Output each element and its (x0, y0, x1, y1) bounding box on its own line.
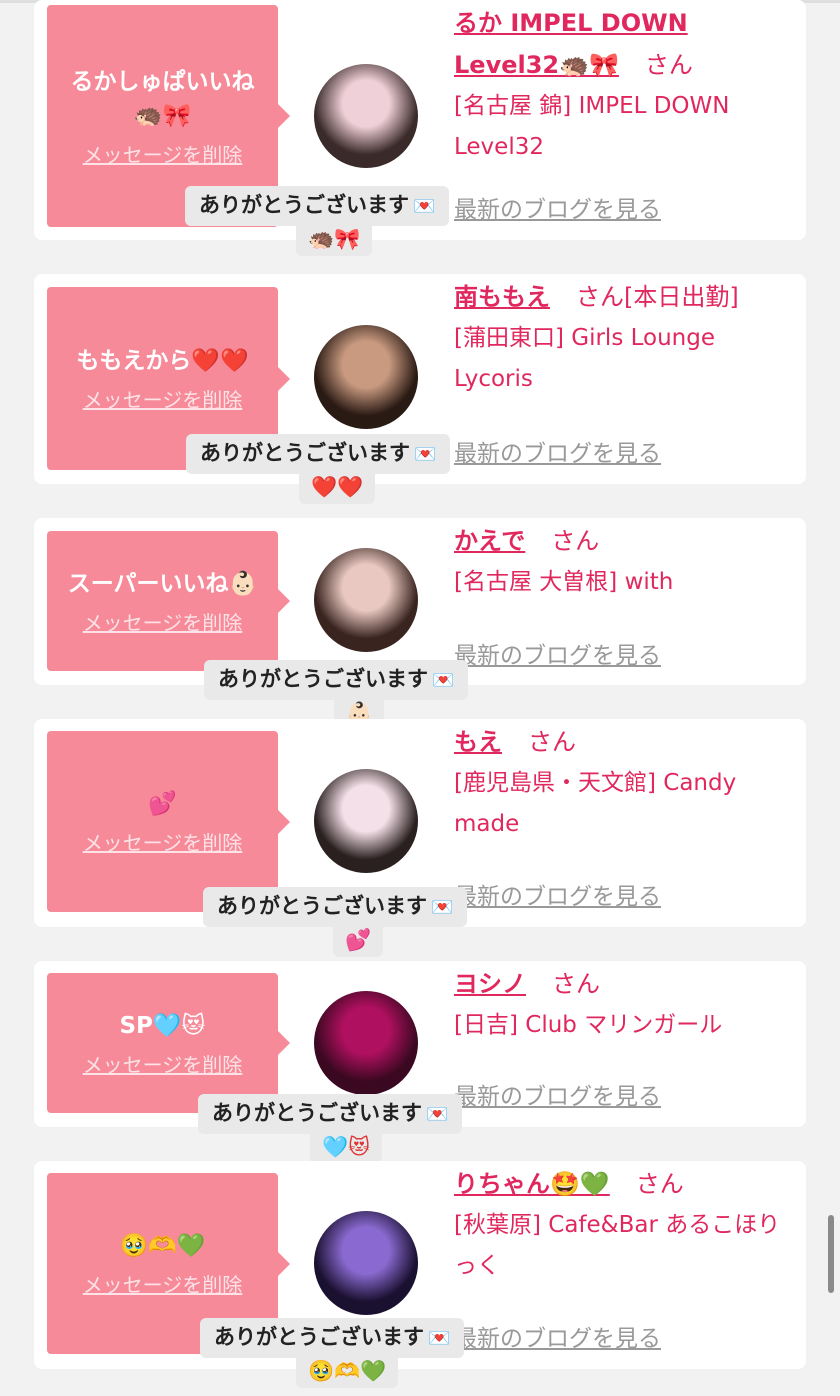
cast-avatar[interactable] (314, 548, 418, 652)
received-message-bubble: スーパーいいね👶🏻 メッセージを削除 (47, 531, 290, 671)
message-text: 💕 (148, 791, 177, 817)
envelope-heart-icon: 💌 (413, 196, 436, 217)
cast-name-line: もえ さん (454, 721, 790, 763)
shop-info: [名古屋 大曽根] with (454, 569, 674, 595)
honorific: さん (552, 970, 600, 998)
honorific: さん (635, 1170, 684, 1198)
reply-emoji: 💕 (333, 923, 384, 957)
message-text: 🥹🫶💚 (119, 1233, 206, 1259)
cast-name-link[interactable]: かえで (454, 527, 525, 555)
reply-emoji: 🦔🎀 (296, 222, 373, 256)
reply-badge: ありがとうございます 💌 (204, 660, 469, 700)
envelope-heart-icon: 💌 (428, 1328, 451, 1349)
cast-avatar[interactable] (314, 991, 418, 1095)
cast-info: るか IMPEL DOWN Level32🦔🎀 さん [名古屋 錦] IMPEL D… (454, 2, 790, 168)
latest-blog-link[interactable]: 最新のブログを見る (454, 1319, 661, 1353)
reply-badge: ありがとうございます 💌 (203, 887, 468, 927)
delete-message-link[interactable]: メッセージを削除 (83, 139, 243, 168)
shop-info: [名古屋 錦] IMPEL DOWN Level32 (454, 93, 730, 160)
cast-name-link[interactable]: 南ももえ (454, 283, 550, 311)
cast-name-link[interactable]: ヨシノ (454, 970, 526, 998)
message-list: るかしゅぱいいね 🦔🎀 メッセージを削除 るか IMPEL DOWN Level32… (0, 0, 840, 1396)
cast-name-line: りちゃん🤩💚 さん (454, 1163, 790, 1205)
honorific: さん (576, 283, 624, 311)
message-text: るかしゅぱいいね 🦔🎀 (70, 68, 255, 129)
message-text: スーパーいいね👶🏻 (67, 570, 258, 597)
latest-blog-link[interactable]: 最新のブログを見る (454, 190, 661, 224)
latest-blog-link[interactable]: 最新のブログを見る (454, 636, 661, 670)
reply-badge: ありがとうございます 💌 (200, 1318, 465, 1358)
work-status: [本日出勤] (624, 283, 739, 311)
delete-message-link[interactable]: メッセージを削除 (83, 1269, 243, 1298)
delete-message-link[interactable]: メッセージを削除 (83, 1049, 243, 1078)
shop-info: [蒲田東口] Girls Lounge Lycoris (454, 325, 715, 392)
reply-text: ありがとうございます (218, 667, 428, 691)
reply-text: ありがとうございます (217, 894, 427, 918)
latest-blog-link[interactable]: 最新のブログを見る (454, 877, 661, 911)
latest-blog-link[interactable]: 最新のブログを見る (454, 434, 661, 468)
cast-name-line: 南ももえ さん[本日出勤] (454, 276, 790, 318)
cast-name-link[interactable]: りちゃん🤩💚 (454, 1170, 610, 1198)
shop-info: [秋葉原] Cafe&Bar あるこほりっく (454, 1212, 781, 1279)
honorific: さん (551, 527, 600, 555)
cast-avatar[interactable] (314, 64, 418, 168)
latest-blog-link[interactable]: 最新のブログを見る (454, 1077, 661, 1111)
envelope-heart-icon: 💌 (431, 897, 454, 918)
envelope-heart-icon: 💌 (432, 670, 455, 691)
cast-info: かえで さん [名古屋 大曽根] with (454, 520, 790, 603)
reply-text: ありがとうございます (212, 1101, 422, 1125)
honorific: さん (644, 51, 693, 79)
honorific: さん (528, 728, 576, 756)
reply-emoji: 🥹🫶💚 (296, 1354, 399, 1388)
cast-name-link[interactable]: もえ (454, 728, 502, 756)
scrollbar[interactable] (828, 1215, 834, 1293)
cast-info: りちゃん🤩💚 さん [秋葉原] Cafe&Bar あるこほりっく (454, 1163, 790, 1287)
cast-avatar[interactable] (314, 1211, 418, 1315)
cast-avatar[interactable] (314, 325, 418, 429)
cast-info: 南ももえ さん[本日出勤] [蒲田東口] Girls Lounge Lycoris (454, 276, 790, 400)
reply-badge: ありがとうございます 💌 (185, 186, 450, 226)
delete-message-link[interactable]: メッセージを削除 (83, 827, 243, 856)
message-text: ももえから❤️❤️ (76, 348, 249, 374)
reply-text: ありがとうございます (200, 441, 410, 465)
envelope-heart-icon: 💌 (426, 1104, 449, 1125)
reply-emoji: ❤️❤️ (299, 470, 376, 504)
delete-message-link[interactable]: メッセージを削除 (83, 384, 243, 413)
reply-text: ありがとうございます (214, 1325, 424, 1349)
cast-name-line: ヨシノ さん (454, 963, 790, 1005)
received-message-bubble: 💕 メッセージを削除 (47, 731, 290, 912)
reply-badge: ありがとうございます 💌 (198, 1094, 463, 1134)
received-message-bubble: SP🩵😻 メッセージを削除 (47, 973, 290, 1113)
message-text: SP🩵😻 (119, 1012, 206, 1039)
cast-name-line: るか IMPEL DOWN Level32🦔🎀 さん (454, 2, 790, 86)
shop-info: [鹿児島県・天文館] Candy made (454, 770, 737, 837)
reply-emoji: 🩵😻 (310, 1130, 383, 1164)
reply-badge: ありがとうございます 💌 (186, 434, 451, 474)
cast-name-line: かえで さん (454, 520, 790, 562)
cast-avatar[interactable] (314, 769, 418, 873)
cast-info: もえ さん [鹿児島県・天文館] Candy made (454, 721, 790, 845)
reply-text: ありがとうございます (199, 193, 409, 217)
delete-message-link[interactable]: メッセージを削除 (83, 607, 243, 636)
envelope-heart-icon: 💌 (414, 444, 437, 465)
shop-info: [日吉] Club マリンガール (454, 1012, 723, 1038)
cast-info: ヨシノ さん [日吉] Club マリンガール (454, 963, 790, 1046)
